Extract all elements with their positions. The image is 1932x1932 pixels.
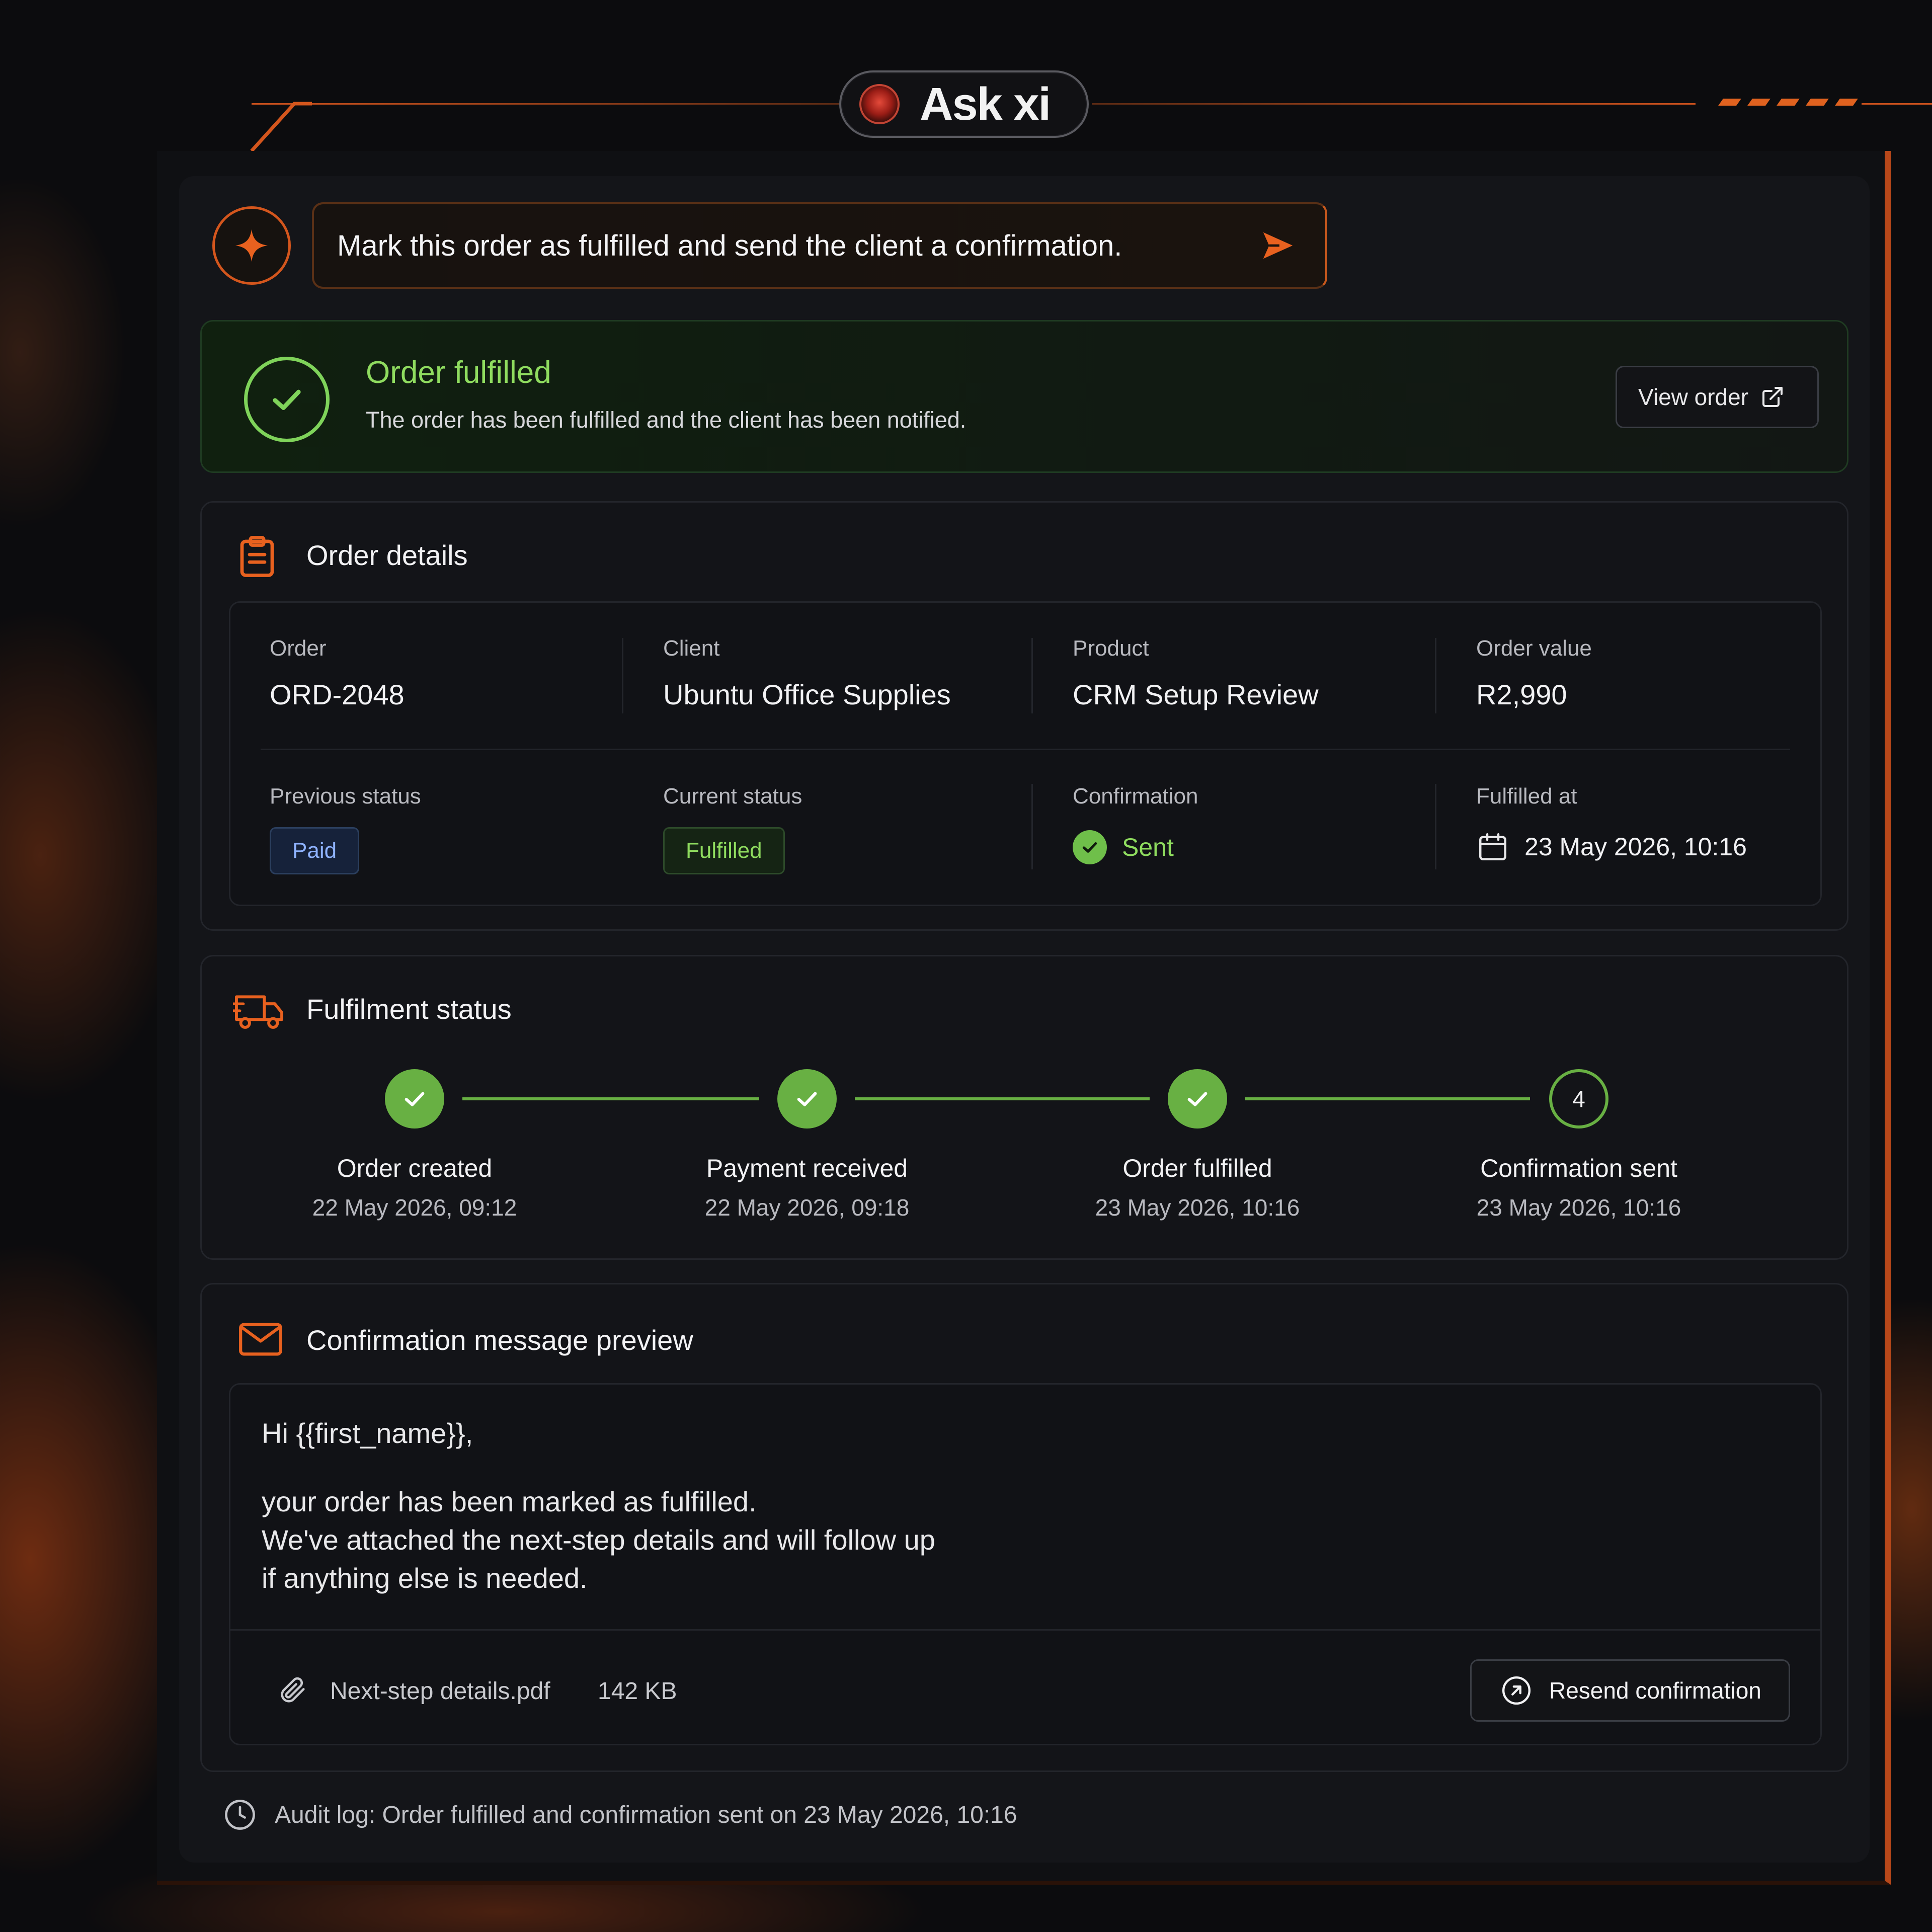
step-label: Order created (337, 1154, 493, 1182)
confirmation-status: Sent (1073, 830, 1174, 864)
view-order-button[interactable]: View order (1616, 366, 1819, 428)
previous-status-badge: Paid (270, 827, 360, 874)
order-value: R2,990 (1476, 679, 1567, 710)
banner-title: Order fulfilled (366, 355, 551, 390)
order-details-title: Order details (306, 539, 468, 571)
message-preview-card: Confirmation message preview Hi {{first_… (200, 1283, 1848, 1772)
resend-confirmation-button[interactable]: Resend confirmation (1470, 1659, 1790, 1722)
mail-icon (239, 1323, 282, 1356)
step-time: 22 May 2026, 09:18 (704, 1194, 910, 1221)
fulfilled-at-label: Fulfilled at (1476, 784, 1577, 809)
banner-subtitle: The order has been fulfilled and the cli… (366, 407, 967, 433)
current-status-badge: Fulfilled (663, 827, 785, 874)
product-name: CRM Setup Review (1073, 679, 1319, 710)
previous-status-label: Previous status (270, 784, 421, 809)
resend-icon (1502, 1676, 1531, 1705)
client-name: Ubuntu Office Supplies (663, 679, 951, 710)
send-icon[interactable] (1258, 228, 1298, 263)
step-connector (462, 1097, 759, 1100)
step-time: 23 May 2026, 10:16 (1095, 1194, 1300, 1221)
external-link-icon (1762, 387, 1783, 407)
order-details-grid: Order ORD-2048 Client Ubuntu Office Supp… (229, 601, 1822, 906)
message-line: if anything else is needed. (262, 1562, 588, 1594)
step-label: Confirmation sent (1480, 1154, 1677, 1182)
client-label: Client (663, 636, 720, 661)
prompt-input[interactable]: Mark this order as fulfilled and send th… (312, 202, 1327, 289)
audit-log: Audit log: Order fulfilled and confirmat… (223, 1798, 1017, 1831)
step-connector (1245, 1097, 1530, 1100)
resend-label: Resend confirmation (1549, 1677, 1761, 1704)
step-label: Order fulfilled (1122, 1154, 1272, 1182)
order-details-card: Order details Order ORD-2048 Client Ubun… (200, 501, 1848, 931)
message-body: Hi {{first_name}}, your order has been m… (229, 1383, 1822, 1745)
clock-icon (225, 1800, 255, 1830)
view-order-label: View order (1638, 384, 1749, 410)
ask-xi-badge: Ask xi (839, 70, 1089, 138)
check-circle-icon (1073, 830, 1107, 864)
attachment-name[interactable]: Next-step details.pdf (330, 1677, 550, 1705)
order-value-label: Order value (1476, 636, 1592, 661)
step-3-check-icon (1168, 1069, 1227, 1129)
fulfilment-status-card: Fulfilment status 4 Order created 22 May… (200, 955, 1848, 1260)
ask-xi-logo-icon (859, 84, 900, 124)
success-check-icon (244, 357, 330, 442)
frame-line (252, 103, 840, 105)
step-1-check-icon (385, 1069, 444, 1129)
step-connector (855, 1097, 1150, 1100)
attachment-size: 142 KB (598, 1678, 677, 1705)
frame-dashes (1718, 99, 1858, 106)
frame-line (1862, 103, 1932, 105)
step-2-check-icon (777, 1069, 837, 1129)
confirmation-value: Sent (1122, 833, 1174, 861)
clipboard-icon (240, 536, 274, 577)
sparkle-icon (235, 229, 268, 262)
fulfilled-at-value: 23 May 2026, 10:16 (1524, 833, 1747, 861)
message-greeting: Hi {{first_name}}, (262, 1417, 473, 1449)
step-4-number: 4 (1549, 1069, 1608, 1129)
message-line: your order has been marked as fulfilled. (262, 1486, 757, 1517)
prompt-text: Mark this order as fulfilled and send th… (337, 229, 1122, 262)
order-label: Order (270, 636, 327, 661)
assistant-avatar (212, 206, 291, 285)
step-time: 22 May 2026, 09:12 (312, 1194, 517, 1221)
frame-corner (250, 102, 312, 152)
paperclip-icon (281, 1677, 305, 1703)
frame-line (1092, 103, 1696, 105)
current-status-label: Current status (663, 784, 802, 809)
confirmation-label: Confirmation (1073, 784, 1198, 809)
fulfilment-status-title: Fulfilment status (306, 993, 512, 1025)
order-id: ORD-2048 (270, 679, 405, 710)
calendar-icon (1479, 833, 1506, 860)
message-line: We've attached the next-step details and… (262, 1524, 935, 1556)
product-label: Product (1073, 636, 1149, 661)
ask-xi-title: Ask xi (920, 78, 1051, 130)
success-banner: Order fulfilled The order has been fulfi… (200, 320, 1848, 473)
step-time: 23 May 2026, 10:16 (1476, 1194, 1681, 1221)
truck-icon (233, 995, 284, 1029)
audit-log-text: Audit log: Order fulfilled and confirmat… (275, 1801, 1017, 1828)
fulfilled-at: 23 May 2026, 10:16 (1476, 830, 1747, 863)
message-preview-title: Confirmation message preview (306, 1324, 693, 1356)
step-label: Payment received (706, 1154, 908, 1182)
